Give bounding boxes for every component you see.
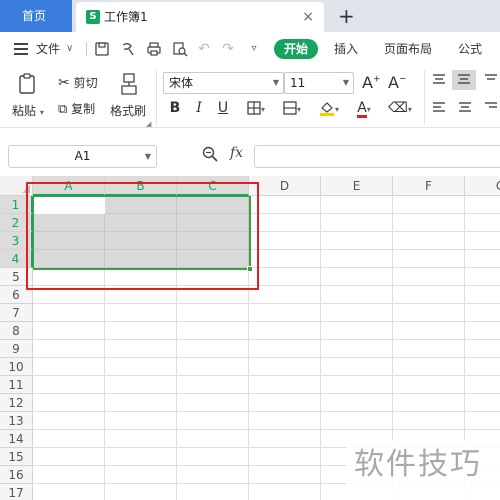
function-icon[interactable]: fx [230,145,243,161]
name-box[interactable]: A1 ▼ [8,145,157,168]
separator [86,42,87,56]
group-launcher-icon[interactable]: ◢ [146,120,151,128]
row-header-8[interactable]: 8 [0,322,33,340]
tab-document[interactable]: S 工作簿1 × [76,2,324,32]
hamburger-icon[interactable] [14,43,28,55]
print-icon[interactable] [146,41,162,57]
separator [156,70,157,124]
italic-button[interactable]: I [190,98,208,118]
format-painter-button[interactable]: 格式刷 [110,102,146,119]
tab-home[interactable]: 首页 [0,0,72,32]
chevron-down-icon: ▼ [272,78,279,87]
row-header-10[interactable]: 10 [0,358,33,376]
row-header-15[interactable]: 15 [0,448,33,466]
highlight-annotation [26,182,259,290]
row-header-11[interactable]: 11 [0,376,33,394]
paste-label: 粘贴 [12,104,37,118]
menu-row: 文件 ∨ ↶ ↷ ▿ 开始 插入 页面布局 公式 [0,32,500,66]
format-icon[interactable] [120,41,136,57]
row-header-7[interactable]: 7 [0,304,33,322]
close-icon[interactable]: × [302,2,314,32]
print-preview-icon[interactable] [172,41,188,57]
row-header-16[interactable]: 16 [0,466,33,484]
copy-button[interactable]: ⧉ 复制 [58,100,95,117]
underline-button[interactable]: U [214,98,232,118]
scissors-icon: ✂ [58,75,70,91]
borders-button[interactable]: ▾ [242,98,270,118]
copy-label: 复制 [71,102,96,116]
align-left-icon[interactable] [432,102,446,117]
column-header-d[interactable]: D [249,176,321,196]
font-size-value: 11 [290,76,306,90]
watermark: 软件技巧 [346,440,500,500]
font-name-select[interactable]: 宋体 ▼ [163,72,284,94]
bold-button[interactable]: B [166,98,184,118]
row-header-14[interactable]: 14 [0,430,33,448]
font-color-letter: A [357,100,367,118]
tab-insert[interactable]: 插入 [334,32,358,66]
align-right-icon[interactable] [484,102,498,117]
ribbon: 粘贴 ▾ ✂ 剪切 ⧉ 复制 格式刷 宋体 ▼ 11 ▼ A+ A− B I U… [0,66,500,128]
tab-start[interactable]: 开始 [274,39,318,59]
column-header-g[interactable]: G [465,176,500,196]
increase-font-button[interactable]: A+ [362,73,381,92]
align-middle-icon[interactable] [452,70,476,90]
row-header-17[interactable]: 17 [0,484,33,500]
paste-button[interactable]: 粘贴 ▾ [12,102,44,119]
align-top-icon[interactable] [432,74,446,89]
tab-page-layout[interactable]: 页面布局 [384,32,432,66]
spreadsheet-icon: S [86,10,100,24]
chevron-down-icon[interactable]: ∨ [66,32,73,66]
font-size-select[interactable]: 11 ▼ [284,72,354,94]
align-bottom-icon[interactable] [484,74,498,89]
tab-formulas[interactable]: 公式 [458,32,482,66]
formula-input[interactable] [254,145,500,168]
formula-bar: A1 ▼ fx [0,128,500,176]
chevron-down-icon: ▼ [342,78,349,87]
row-header-12[interactable]: 12 [0,394,33,412]
cut-button[interactable]: ✂ 剪切 [58,74,98,91]
format-painter-icon[interactable] [118,72,140,96]
align-center-icon[interactable] [458,102,472,117]
new-tab-button[interactable]: + [338,0,355,32]
cell-style-button[interactable]: ▾ [278,98,306,118]
redo-icon[interactable]: ↷ [220,41,236,57]
row-header-9[interactable]: 9 [0,340,33,358]
row-header-13[interactable]: 13 [0,412,33,430]
font-name-value: 宋体 [169,76,194,90]
column-header-e[interactable]: E [321,176,393,196]
font-color-button[interactable]: A▾ [350,98,378,118]
undo-icon[interactable]: ↶ [196,41,212,57]
save-icon[interactable] [94,41,110,57]
clear-format-button[interactable]: ⌫▾ [386,98,414,118]
eraser-icon: ⌫ [388,100,408,116]
cut-label: 剪切 [73,76,98,90]
fill-color-button[interactable]: ▾ [314,98,344,118]
chevron-down-icon[interactable]: ▼ [145,146,151,167]
customize-icon[interactable]: ▿ [246,41,262,57]
copy-icon: ⧉ [58,102,68,117]
column-header-f[interactable]: F [393,176,465,196]
file-menu[interactable]: 文件 [36,32,60,66]
document-title: 工作簿1 [104,10,148,24]
name-box-value: A1 [74,149,91,163]
paste-icon[interactable] [16,72,40,96]
zoom-icon[interactable] [202,146,218,166]
chevron-down-icon[interactable]: ▾ [40,108,44,117]
separator [424,70,425,124]
decrease-font-button[interactable]: A− [388,73,407,92]
tab-bar: 首页 S 工作簿1 × + [0,0,500,32]
